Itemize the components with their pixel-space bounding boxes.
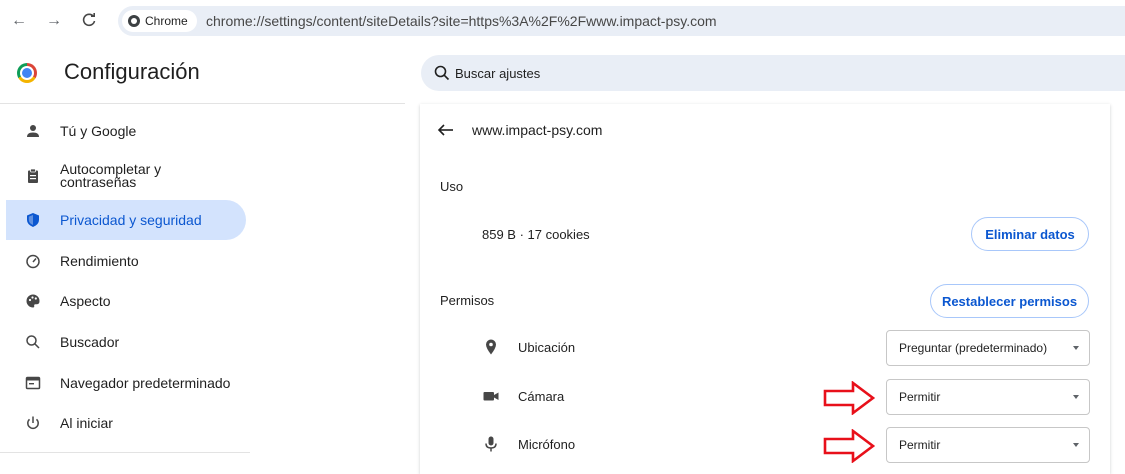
sidebar-item-appearance[interactable]: Aspecto — [6, 284, 246, 318]
sidebar: Tú y Google Autocompletar y contraseñas … — [0, 104, 270, 463]
microphone-permission-select[interactable]: Permitir — [886, 427, 1090, 463]
permission-label: Cámara — [518, 389, 565, 404]
forward-icon[interactable]: → — [45, 12, 63, 30]
omnibox[interactable]: Chrome chrome://settings/content/siteDet… — [118, 6, 1125, 36]
permission-row-location: Ubicación Preguntar (predeterminado) — [420, 327, 1110, 367]
sidebar-item-on-startup[interactable]: Al iniciar — [6, 406, 246, 440]
delete-data-button[interactable]: Eliminar datos — [971, 217, 1089, 251]
clipboard-icon — [24, 167, 42, 185]
sidebar-item-label: Rendimiento — [60, 253, 139, 269]
sidebar-divider — [0, 452, 250, 453]
page-title: Configuración — [64, 59, 200, 84]
sidebar-item-label: Buscador — [60, 334, 120, 350]
location-permission-select[interactable]: Preguntar (predeterminado) — [886, 330, 1090, 366]
address-bar: ← → Chrome chrome://settings/content/sit… — [0, 0, 1125, 44]
search-icon — [24, 333, 42, 351]
sidebar-item-label: Al iniciar — [60, 415, 113, 431]
usage-heading: Uso — [440, 179, 464, 194]
sidebar-item-label: Aspecto — [60, 293, 111, 309]
permission-label: Micrófono — [518, 437, 576, 452]
permission-label: Ubicación — [518, 340, 576, 355]
sidebar-item-search-engine[interactable]: Buscador — [6, 325, 246, 359]
usage-text: 859 B · 17 cookies — [482, 227, 590, 242]
back-icon[interactable]: ← — [10, 12, 28, 30]
sidebar-item-default-browser[interactable]: Navegador predeterminado — [6, 366, 246, 400]
site-title: www.impact-psy.com — [472, 122, 603, 138]
select-value: Preguntar (predeterminado) — [899, 341, 1048, 355]
red-annotation-arrow — [823, 381, 875, 415]
shield-icon — [24, 211, 42, 229]
sidebar-item-label: Privacidad y seguridad — [60, 212, 202, 228]
camera-permission-select[interactable]: Permitir — [886, 379, 1090, 415]
url-text[interactable]: chrome://settings/content/siteDetails?si… — [206, 6, 717, 36]
browser-window-icon — [24, 374, 42, 392]
chrome-logo-icon — [128, 15, 140, 27]
chevron-down-icon — [1073, 443, 1079, 447]
select-value: Permitir — [899, 390, 941, 404]
search-box[interactable] — [421, 55, 1125, 91]
palette-icon — [24, 292, 42, 310]
red-annotation-arrow — [823, 429, 875, 463]
sidebar-item-label: Tú y Google — [60, 123, 137, 139]
permission-row-camera: Cámara Permitir — [420, 376, 1110, 416]
chip-label: Chrome — [145, 14, 188, 28]
camera-icon — [483, 392, 499, 401]
select-value: Permitir — [899, 438, 941, 452]
chrome-chip[interactable]: Chrome — [122, 10, 197, 32]
permission-row-microphone: Micrófono Permitir — [420, 424, 1110, 464]
back-arrow-icon[interactable] — [436, 120, 456, 140]
sidebar-item-label: Navegador predeterminado — [60, 375, 231, 391]
settings-header: Configuración — [0, 44, 1125, 104]
site-details-card: www.impact-psy.com Uso 859 B · 17 cookie… — [420, 104, 1110, 474]
person-icon — [24, 122, 42, 140]
search-input[interactable] — [455, 55, 1055, 91]
sidebar-item-you-and-google[interactable]: Tú y Google — [6, 114, 246, 148]
chrome-logo-icon — [17, 63, 37, 83]
sidebar-item-label: Autocompletar y contraseñas — [60, 161, 162, 190]
chevron-down-icon — [1073, 346, 1079, 350]
power-icon — [24, 414, 42, 432]
sidebar-item-privacy[interactable]: Privacidad y seguridad — [6, 200, 246, 240]
permissions-heading: Permisos — [440, 293, 495, 308]
speedometer-icon — [24, 252, 42, 270]
sidebar-item-autofill[interactable]: Autocompletar y contraseñas — [6, 156, 246, 196]
chevron-down-icon — [1073, 395, 1079, 399]
location-pin-icon — [486, 339, 496, 355]
reload-icon[interactable] — [80, 12, 98, 30]
microphone-icon — [485, 436, 497, 452]
reset-permissions-button[interactable]: Restablecer permisos — [930, 284, 1089, 318]
sidebar-item-performance[interactable]: Rendimiento — [6, 244, 246, 278]
search-icon — [434, 65, 450, 81]
